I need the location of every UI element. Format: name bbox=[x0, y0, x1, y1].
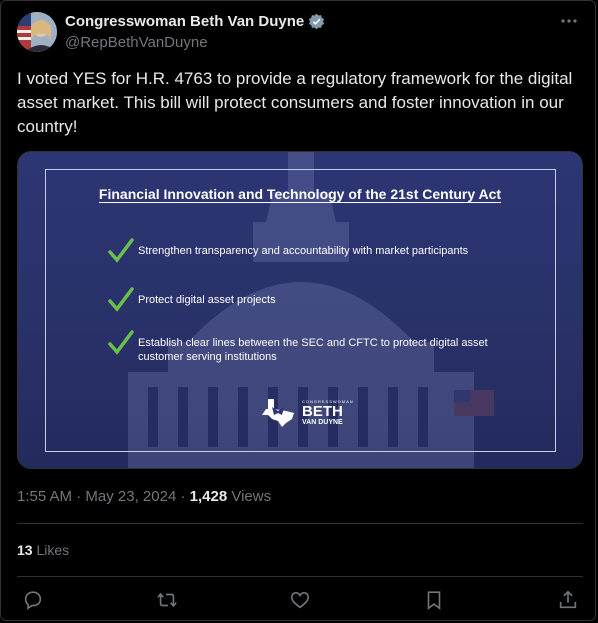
tweet-meta: 1:55 AM · May 23, 2024 · 1,428 Views bbox=[17, 488, 271, 505]
divider bbox=[17, 576, 583, 577]
media-list-item: Protect digital asset projects bbox=[108, 287, 276, 313]
tweet-card: Congresswoman Beth Van Duyne @RepBethVan… bbox=[0, 0, 596, 621]
media-list-item: Establish clear lines between the SEC an… bbox=[108, 330, 488, 364]
checkmark-icon bbox=[108, 238, 134, 263]
share-icon[interactable] bbox=[557, 589, 579, 611]
like-icon[interactable] bbox=[289, 589, 311, 611]
media-item-line: Establish clear lines between the SEC an… bbox=[138, 337, 488, 349]
author-name[interactable]: Congresswoman Beth Van Duyne bbox=[65, 13, 304, 30]
bookmark-icon[interactable] bbox=[423, 589, 445, 611]
author-handle[interactable]: @RepBethVanDuyne bbox=[65, 34, 208, 51]
texas-icon bbox=[262, 399, 294, 427]
views-count: 1,428 bbox=[189, 488, 228, 505]
divider bbox=[17, 523, 583, 524]
tweet-media-image[interactable]: Financial Innovation and Technology of t… bbox=[17, 151, 583, 469]
media-item-text: Strengthen transparency and accountabili… bbox=[138, 245, 469, 257]
congresswoman-logo: CONGRESSWOMAN BETH VAN DUYNE bbox=[258, 397, 354, 429]
media-item-text: Establish clear lines between the SEC an… bbox=[138, 336, 488, 364]
likes-link[interactable]: 13 Likes bbox=[17, 542, 69, 558]
media-item-line: customer serving institutions bbox=[138, 351, 277, 363]
logo-big-text: BETH bbox=[302, 403, 343, 420]
verified-badge-icon bbox=[309, 13, 325, 30]
separator: · bbox=[72, 488, 86, 505]
checkmark-icon bbox=[108, 330, 134, 355]
reply-icon[interactable] bbox=[22, 589, 44, 611]
author-row: Congresswoman Beth Van Duyne bbox=[65, 13, 325, 30]
media-title: Financial Innovation and Technology of t… bbox=[98, 186, 502, 202]
media-list-item: Strengthen transparency and accountabili… bbox=[108, 238, 468, 264]
more-options-icon[interactable] bbox=[559, 11, 579, 31]
views-label: Views bbox=[227, 488, 272, 505]
logo-mid-text: VAN DUYNE bbox=[302, 419, 343, 426]
checkmark-icon bbox=[108, 287, 134, 312]
media-item-text: Protect digital asset projects bbox=[138, 294, 276, 306]
avatar[interactable] bbox=[17, 12, 57, 52]
action-bar bbox=[1, 589, 598, 613]
retweet-icon[interactable] bbox=[156, 589, 178, 611]
tweet-time[interactable]: 1:55 AM bbox=[17, 488, 72, 505]
likes-count: 13 bbox=[17, 542, 33, 558]
likes-label: Likes bbox=[32, 542, 70, 558]
tweet-date[interactable]: May 23, 2024 bbox=[85, 488, 176, 505]
separator: · bbox=[176, 488, 190, 505]
tweet-text: I voted YES for H.R. 4763 to provide a r… bbox=[17, 69, 573, 136]
